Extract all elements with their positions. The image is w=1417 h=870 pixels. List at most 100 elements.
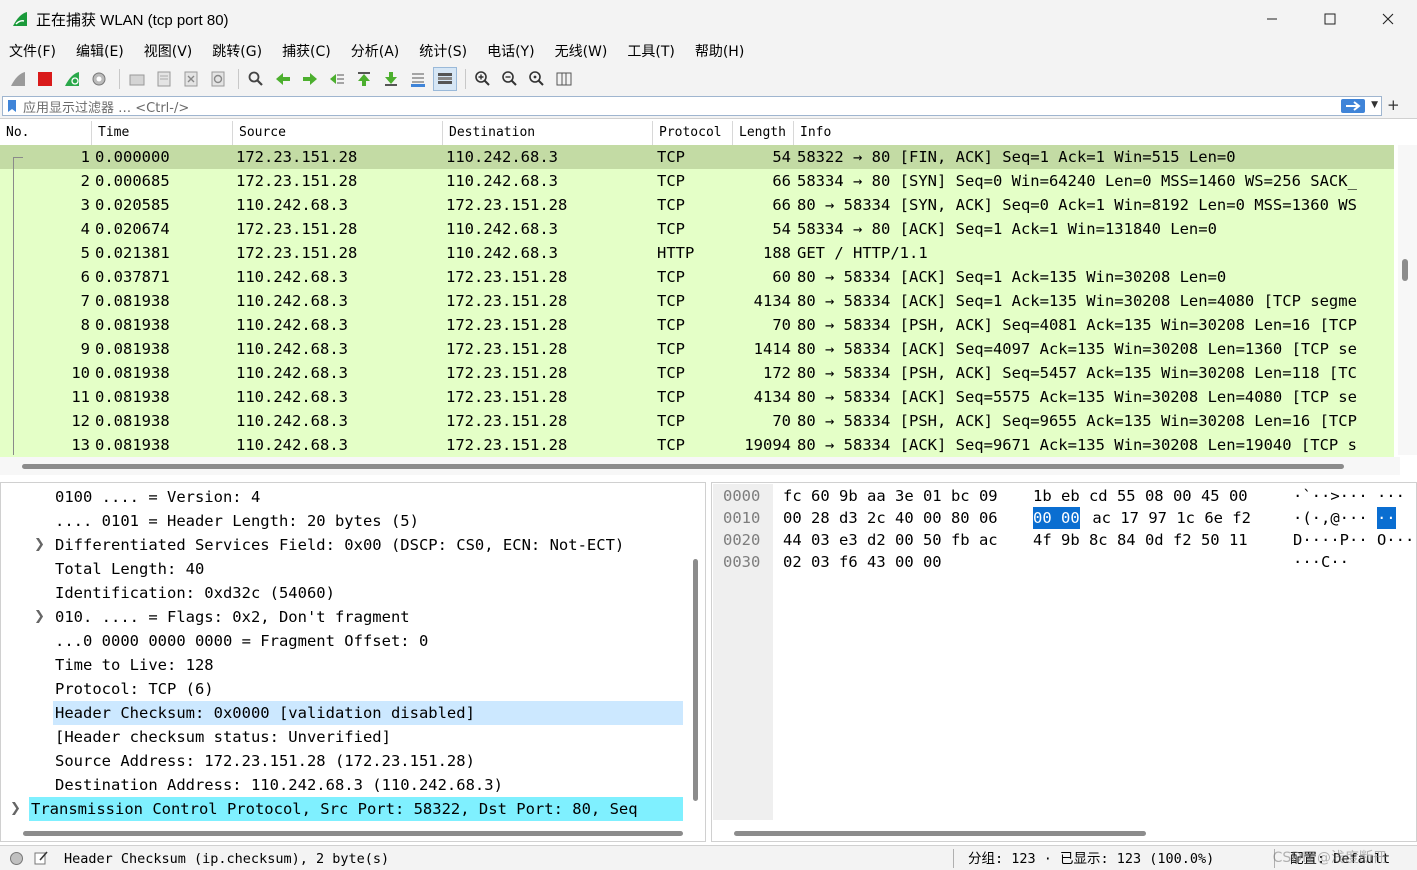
detail-tree-item[interactable]: Header Checksum: 0x0000 [validation disa…: [53, 701, 683, 725]
zoom-in-button[interactable]: [471, 67, 495, 91]
display-filter-input[interactable]: 应用显示过滤器 … <Ctrl-/> ▼: [2, 96, 1382, 116]
menu-help[interactable]: 帮助(H): [690, 41, 744, 61]
details-scroll-thumb[interactable]: [693, 559, 698, 801]
menu-capture[interactable]: 捕获(C): [277, 41, 331, 61]
close-file-button[interactable]: [179, 67, 203, 91]
packet-row[interactable]: 11 0.081938 110.242.68.3 172.23.151.28 TCP 41…: [0, 385, 1394, 409]
toolbar-separator: [238, 69, 239, 89]
hex-bytes-group2: ac 17 97 1c 6e f2: [1083, 509, 1251, 527]
menu-telephony[interactable]: 电话(Y): [482, 41, 534, 61]
packet-row[interactable]: 9 0.081938 110.242.68.3 172.23.151.28 TCP 141…: [0, 337, 1394, 361]
packet-list-scroll-thumb[interactable]: [1402, 259, 1408, 281]
colorize-button[interactable]: [433, 67, 457, 91]
detail-tree-item[interactable]: Source Address: 172.23.151.28 (172.23.15…: [53, 749, 475, 773]
column-header-no[interactable]: No.: [0, 121, 92, 145]
stop-capture-button[interactable]: [33, 67, 57, 91]
packet-row[interactable]: 12 0.081938 110.242.68.3 172.23.151.28 TCP 70…: [0, 409, 1394, 433]
packet-row[interactable]: 10 0.081938 110.242.68.3 172.23.151.28 TCP 17…: [0, 361, 1394, 385]
column-header-source[interactable]: Source: [233, 121, 443, 145]
first-packet-button[interactable]: [352, 67, 376, 91]
packet-row[interactable]: 13 0.081938 110.242.68.3 172.23.151.28 TCP 19…: [0, 433, 1394, 457]
resize-columns-button[interactable]: [552, 67, 576, 91]
zoom-out-icon: [502, 71, 517, 86]
packet-cell-source: 110.242.68.3: [236, 292, 348, 310]
packet-row[interactable]: 1 0.000000 172.23.151.28 110.242.68.3 TCP 54 5…: [0, 145, 1394, 169]
menu-edit[interactable]: 编辑(E): [71, 41, 124, 61]
detail-tree-item[interactable]: ...0 0000 0000 0000 = Fragment Offset: 0: [53, 629, 428, 653]
packet-row[interactable]: 7 0.081938 110.242.68.3 172.23.151.28 TCP 413…: [0, 289, 1394, 313]
go-forward-button[interactable]: [298, 67, 322, 91]
column-header-length[interactable]: Length: [733, 121, 794, 145]
detail-tree-item[interactable]: Differentiated Services Field: 0x00 (DSC…: [53, 533, 624, 557]
menu-analyze[interactable]: 分析(A): [346, 41, 400, 61]
autoscroll-button[interactable]: [406, 67, 430, 91]
menu-statistics[interactable]: 统计(S): [414, 41, 467, 61]
start-capture-button[interactable]: [6, 67, 30, 91]
last-packet-button[interactable]: [379, 67, 403, 91]
open-file-button[interactable]: [125, 67, 149, 91]
autoscroll-icon: [411, 73, 425, 87]
menu-wireless[interactable]: 无线(W): [550, 41, 608, 61]
column-header-time[interactable]: Time: [92, 121, 233, 145]
menu-file[interactable]: 文件(F): [4, 41, 56, 61]
packet-row[interactable]: 8 0.081938 110.242.68.3 172.23.151.28 TCP 70 8…: [0, 313, 1394, 337]
packet-cell-protocol: TCP: [657, 292, 685, 310]
maximize-button[interactable]: [1301, 0, 1359, 38]
capture-options-button[interactable]: [87, 67, 111, 91]
normal-size-button[interactable]: [525, 67, 549, 91]
packet-list-hscroll-thumb[interactable]: [22, 464, 1344, 469]
bytes-hscroll-thumb[interactable]: [734, 831, 1146, 836]
column-header-destination[interactable]: Destination: [443, 121, 653, 145]
packet-row[interactable]: 5 0.021381 172.23.151.28 110.242.68.3 HTTP 18…: [0, 241, 1394, 265]
edit-comment-icon[interactable]: [33, 850, 49, 866]
packet-row[interactable]: 3 0.020585 110.242.68.3 172.23.151.28 TCP 66 8…: [0, 193, 1394, 217]
packet-cell-destination: 172.23.151.28: [446, 412, 568, 430]
save-file-button[interactable]: [152, 67, 176, 91]
detail-tree-item[interactable]: 0100 .... = Version: 4: [53, 485, 260, 509]
bookmark-icon[interactable]: [5, 97, 19, 115]
filter-placeholder: 应用显示过滤器 … <Ctrl-/>: [23, 100, 190, 116]
packet-cell-source: 172.23.151.28: [236, 148, 358, 166]
find-packet-button[interactable]: [244, 67, 268, 91]
go-back-icon: [276, 73, 290, 85]
packet-list-vertical-scrollbar[interactable]: [1398, 145, 1417, 455]
detail-tree-item[interactable]: 010. .... = Flags: 0x2, Don't fragment: [53, 605, 410, 629]
menu-tools[interactable]: 工具(T): [622, 41, 674, 61]
expert-info-icon[interactable]: [9, 851, 24, 866]
byte-offset: 0030: [723, 553, 761, 571]
restart-capture-button[interactable]: [60, 67, 84, 91]
column-header-protocol[interactable]: Protocol: [653, 121, 733, 145]
menu-view[interactable]: 视图(V): [139, 41, 193, 61]
detail-tree-item[interactable]: Protocol: TCP (6): [53, 677, 214, 701]
menu-go[interactable]: 跳转(G): [207, 41, 262, 61]
reload-file-button[interactable]: [206, 67, 230, 91]
packet-cell-info: 80 → 58334 [ACK] Seq=1 Ack=135 Win=30208…: [797, 268, 1227, 286]
hex-bytes-group1: fc 60 9b aa 3e 01 bc 09: [783, 487, 998, 505]
packet-row[interactable]: 2 0.000685 172.23.151.28 110.242.68.3 TCP 66 5…: [0, 169, 1394, 193]
detail-tree-item[interactable]: Destination Address: 110.242.68.3 (110.2…: [53, 773, 503, 797]
minimize-button[interactable]: [1243, 0, 1301, 38]
details-hscroll-thumb[interactable]: [23, 831, 683, 836]
detail-tree-item[interactable]: Time to Live: 128: [53, 653, 214, 677]
go-back-button[interactable]: [271, 67, 295, 91]
chevron-right-icon[interactable]: ❯: [34, 609, 45, 624]
detail-tree-item[interactable]: Total Length: 40: [53, 557, 204, 581]
detail-tree-item[interactable]: .... 0101 = Header Length: 20 bytes (5): [53, 509, 419, 533]
zoom-out-button[interactable]: [498, 67, 522, 91]
packet-cell-source: 110.242.68.3: [236, 316, 348, 334]
chevron-right-icon[interactable]: ❯: [34, 537, 45, 552]
column-header-info[interactable]: Info: [794, 121, 1400, 145]
close-button[interactable]: [1359, 0, 1417, 38]
packet-cell-protocol: TCP: [657, 172, 685, 190]
chevron-down-icon[interactable]: ▼: [1371, 100, 1378, 110]
tcp-protocol-tree-item[interactable]: Transmission Control Protocol, Src Port:…: [29, 797, 683, 821]
add-filter-button[interactable]: +: [1387, 96, 1400, 114]
go-to-packet-button[interactable]: [325, 67, 349, 91]
packet-row[interactable]: 6 0.037871 110.242.68.3 172.23.151.28 TCP 60 8…: [0, 265, 1394, 289]
reload-file-icon: [211, 71, 225, 87]
chevron-right-icon[interactable]: ❯: [10, 801, 21, 816]
detail-tree-item[interactable]: Identification: 0xd32c (54060): [53, 581, 335, 605]
apply-filter-icon[interactable]: [1341, 99, 1365, 113]
detail-tree-item[interactable]: [Header checksum status: Unverified]: [53, 725, 391, 749]
packet-row[interactable]: 4 0.020674 172.23.151.28 110.242.68.3 TCP 54 5…: [0, 217, 1394, 241]
